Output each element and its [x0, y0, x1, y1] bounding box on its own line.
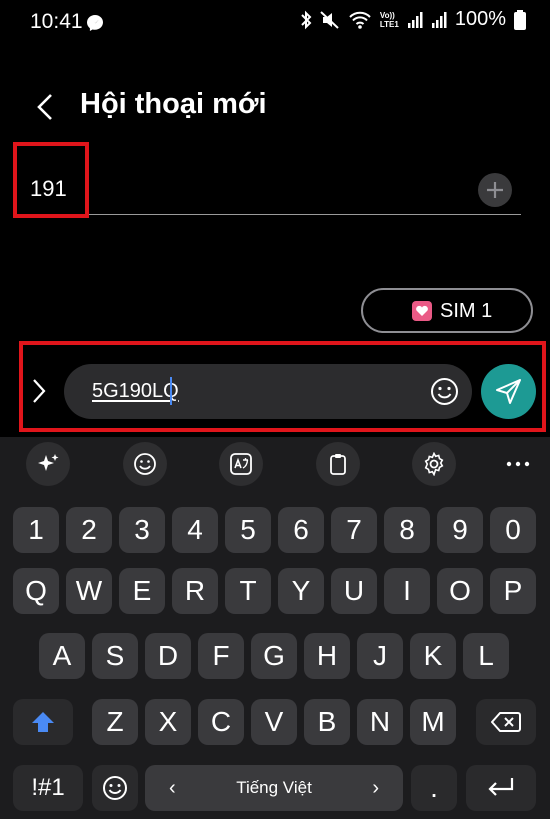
- shift-arrow-icon: [32, 712, 54, 732]
- key-z[interactable]: Z: [92, 699, 138, 745]
- ai-sparkle-icon: [38, 454, 59, 471]
- key-o[interactable]: O: [437, 568, 483, 614]
- lte-label: LTE1: [379, 19, 399, 29]
- enter-icon: [488, 778, 514, 796]
- plus-icon: [487, 182, 503, 198]
- space-right-arrow: ›: [372, 777, 379, 799]
- volte-label: Vo)): [379, 10, 395, 20]
- emoji-icon: [103, 776, 127, 800]
- emoji-icon: [134, 453, 156, 475]
- key-y[interactable]: Y: [278, 568, 324, 614]
- sim-heart-icon: [412, 301, 432, 321]
- status-icons: Vo)) LTE1 100%: [300, 8, 526, 31]
- highlight-box-recipient: [13, 142, 89, 218]
- key-2[interactable]: 2: [66, 507, 112, 553]
- clipboard-icon: [330, 454, 346, 475]
- symbols-key[interactable]: !#1: [13, 765, 83, 811]
- key-t[interactable]: T: [225, 568, 271, 614]
- space-left-arrow: ‹: [169, 777, 176, 799]
- key-f[interactable]: F: [198, 633, 244, 679]
- mute-icon: [320, 10, 339, 29]
- messenger-icon: [87, 15, 103, 31]
- key-1[interactable]: 1: [13, 507, 59, 553]
- enter-key[interactable]: [466, 765, 536, 811]
- key-m[interactable]: M: [410, 699, 456, 745]
- backspace-icon: [491, 712, 521, 732]
- backspace-key[interactable]: [476, 699, 536, 745]
- volte-indicator: Vo)) LTE1: [380, 11, 399, 29]
- signal-icon-2: [431, 11, 447, 28]
- translate-icon: [230, 453, 252, 475]
- sim-label: SIM 1: [440, 300, 493, 322]
- key-n[interactable]: N: [357, 699, 403, 745]
- key-c[interactable]: C: [198, 699, 244, 745]
- key-i[interactable]: I: [384, 568, 430, 614]
- more-icon: [506, 461, 530, 467]
- key-7[interactable]: 7: [331, 507, 377, 553]
- key-g[interactable]: G: [251, 633, 297, 679]
- add-recipient-button[interactable]: [478, 173, 512, 207]
- page-title: Hội thoại mới: [80, 88, 267, 120]
- key-s[interactable]: S: [92, 633, 138, 679]
- period-key[interactable]: .: [411, 765, 457, 811]
- status-time: 10:41: [30, 10, 83, 33]
- settings-icon: [424, 452, 444, 476]
- recipient-underline: [24, 214, 521, 215]
- key-x[interactable]: X: [145, 699, 191, 745]
- key-3[interactable]: 3: [119, 507, 165, 553]
- key-r[interactable]: R: [172, 568, 218, 614]
- key-p[interactable]: P: [490, 568, 536, 614]
- key-e[interactable]: E: [119, 568, 165, 614]
- key-d[interactable]: D: [145, 633, 191, 679]
- key-8[interactable]: 8: [384, 507, 430, 553]
- key-0[interactable]: 0: [490, 507, 536, 553]
- key-u[interactable]: U: [331, 568, 377, 614]
- key-q[interactable]: Q: [13, 568, 59, 614]
- shift-key[interactable]: [13, 699, 73, 745]
- key-j[interactable]: J: [357, 633, 403, 679]
- settings-button[interactable]: [412, 442, 456, 486]
- key-9[interactable]: 9: [437, 507, 483, 553]
- key-a[interactable]: A: [39, 633, 85, 679]
- emoji-key[interactable]: [92, 765, 138, 811]
- battery-percent: 100%: [454, 8, 506, 30]
- key-h[interactable]: H: [304, 633, 350, 679]
- wifi-icon: [349, 11, 371, 29]
- key-b[interactable]: B: [304, 699, 350, 745]
- clipboard-button[interactable]: [316, 442, 360, 486]
- key-v[interactable]: V: [251, 699, 297, 745]
- key-w[interactable]: W: [66, 568, 112, 614]
- key-5[interactable]: 5: [225, 507, 271, 553]
- emoji-keyboard-button[interactable]: [123, 442, 167, 486]
- key-4[interactable]: 4: [172, 507, 218, 553]
- highlight-box-compose: [19, 341, 546, 432]
- space-key[interactable]: ‹ Tiếng Việt ›: [145, 765, 403, 811]
- key-6[interactable]: 6: [278, 507, 324, 553]
- battery-icon: [514, 9, 526, 30]
- bluetooth-icon: [301, 10, 312, 29]
- signal-icon-1: [407, 11, 423, 28]
- more-options-button[interactable]: [496, 442, 540, 486]
- ai-sparkle-button[interactable]: [26, 442, 70, 486]
- translate-button[interactable]: [219, 442, 263, 486]
- space-language-label: Tiếng Việt: [236, 778, 312, 797]
- key-l[interactable]: L: [463, 633, 509, 679]
- sim-selector-button[interactable]: SIM 1: [361, 288, 533, 333]
- back-icon[interactable]: [34, 92, 56, 122]
- keyboard: 1 2 3 4 5 6 7 8 9 0 Q W E R T Y U I O P …: [0, 437, 550, 819]
- key-k[interactable]: K: [410, 633, 456, 679]
